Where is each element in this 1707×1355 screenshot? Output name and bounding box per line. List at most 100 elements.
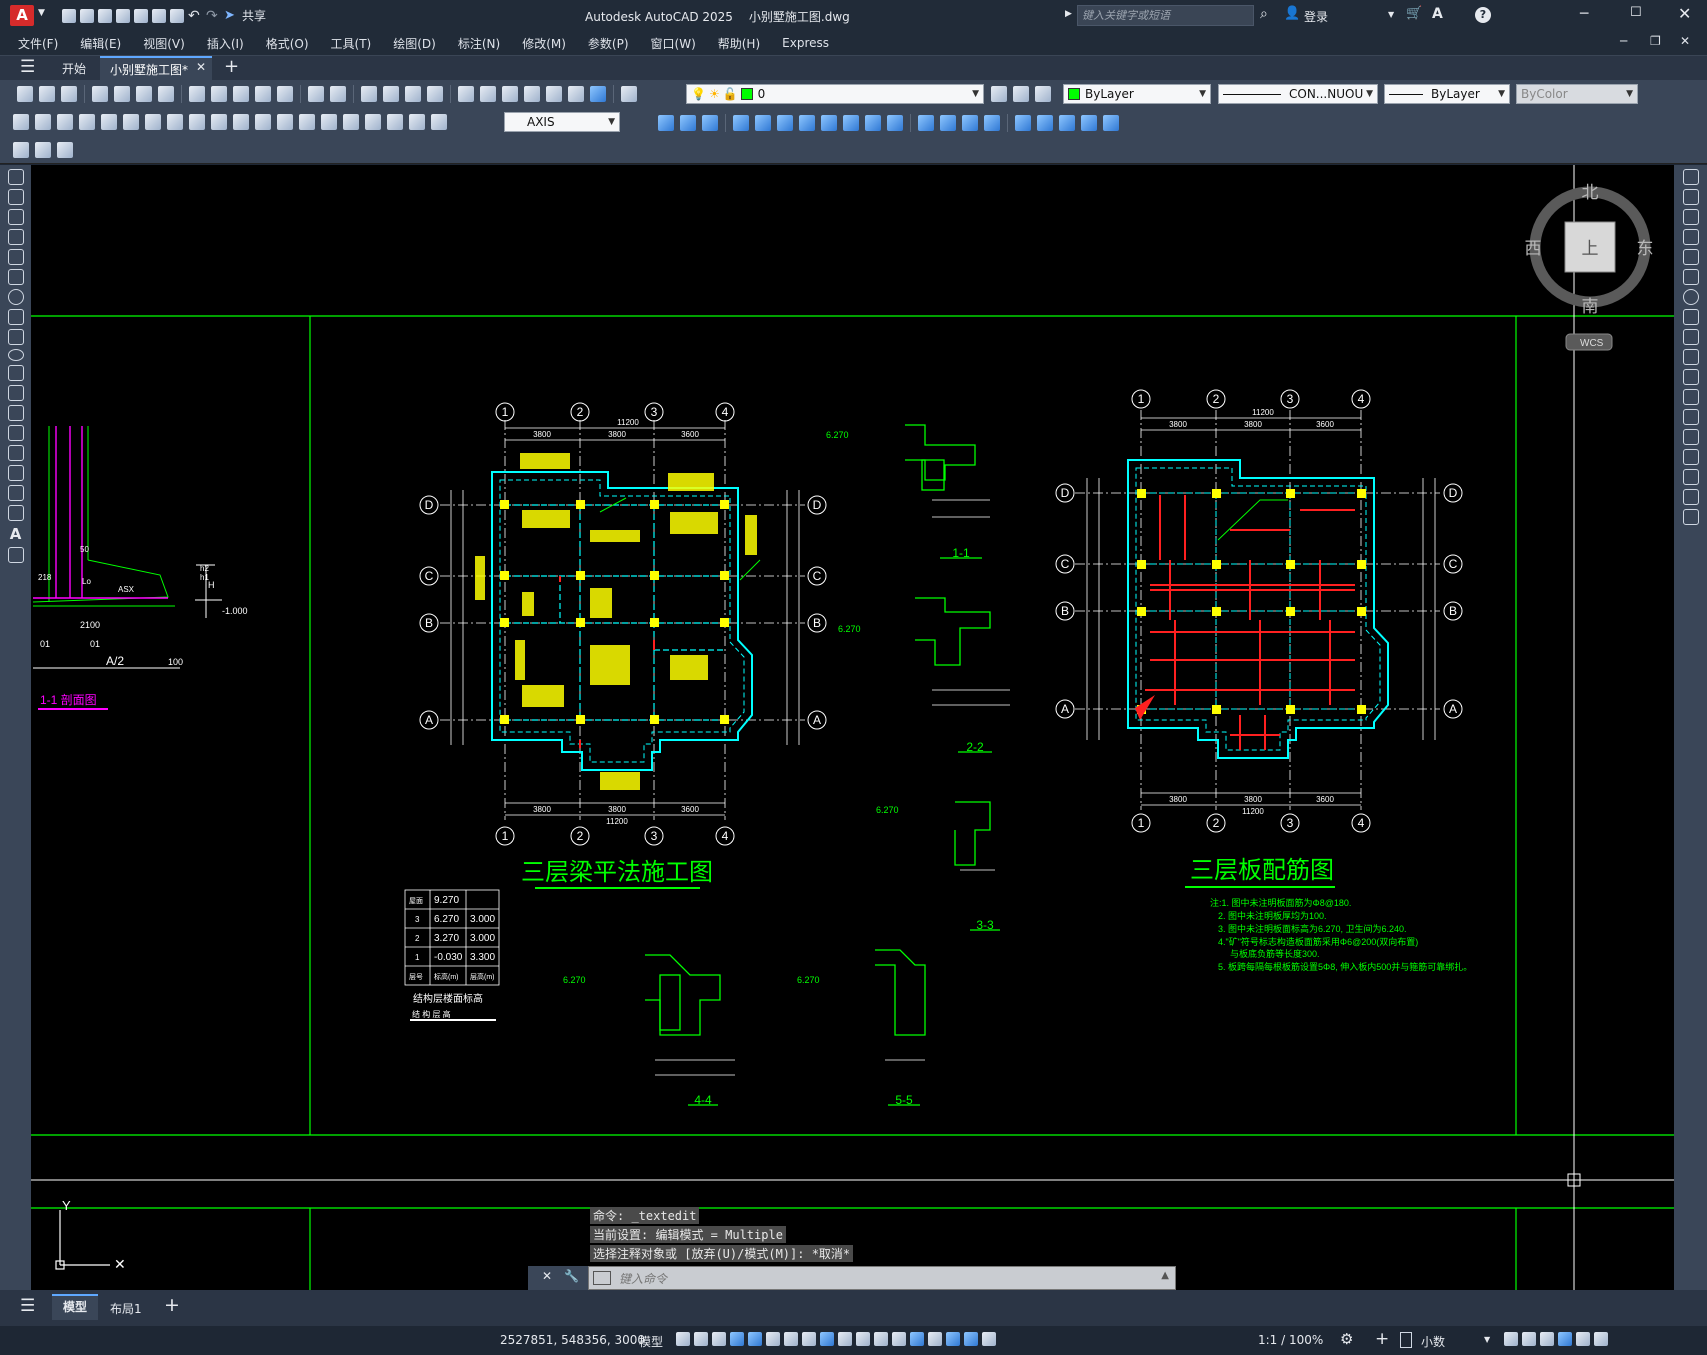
camera-icon[interactable] <box>887 115 903 131</box>
view-left-icon[interactable] <box>702 115 718 131</box>
markup-icon[interactable] <box>546 86 562 102</box>
add-layout-icon[interactable]: + <box>164 1294 180 1316</box>
match-prop-icon[interactable] <box>255 86 271 102</box>
redo-tool-icon[interactable] <box>330 86 346 102</box>
help-icon[interactable]: ? <box>1475 7 1491 23</box>
break-icon[interactable] <box>1682 409 1699 425</box>
chamfer-icon[interactable] <box>1682 449 1699 465</box>
3d-osnap-icon[interactable] <box>892 1332 906 1346</box>
selection-filter-icon[interactable] <box>928 1332 942 1346</box>
new-icon[interactable] <box>62 8 76 23</box>
image-icon[interactable] <box>35 141 51 158</box>
layout-menu-icon[interactable]: ☰ <box>20 1296 35 1316</box>
zoom-realtime-icon[interactable] <box>383 86 399 102</box>
redo-icon[interactable]: ↷ <box>206 9 220 23</box>
customization-icon[interactable] <box>1594 1332 1608 1346</box>
arc-icon[interactable] <box>7 269 24 285</box>
publish-3d-icon[interactable] <box>158 86 174 102</box>
tolerance-icon[interactable] <box>299 114 315 130</box>
color-dropdown[interactable]: ByLayer ▼ <box>1063 84 1211 104</box>
tab-close-icon[interactable]: ✕ <box>196 60 206 74</box>
spline-icon[interactable] <box>7 329 24 345</box>
viewcube-east[interactable]: 东 <box>1637 239 1654 258</box>
share-button[interactable]: 共享 <box>242 7 266 24</box>
open-icon[interactable] <box>80 8 94 23</box>
dim-text-edit-icon[interactable] <box>409 114 425 130</box>
make-block-icon[interactable] <box>7 405 24 421</box>
layer-state-icon[interactable] <box>1035 86 1051 102</box>
line-icon[interactable] <box>7 169 24 185</box>
app-menu-chevron-icon[interactable]: ▼ <box>38 8 45 18</box>
trim-icon[interactable] <box>1682 349 1699 365</box>
new-tab-icon[interactable]: + <box>224 56 239 77</box>
share-icon[interactable]: ➤ <box>224 8 238 23</box>
extend-icon[interactable] <box>1682 369 1699 385</box>
dimstyle-dropdown[interactable]: AXIS ▼ <box>504 112 620 132</box>
model-space-toggle[interactable]: 模型 <box>639 1333 663 1350</box>
tab-active-file[interactable]: 小别墅施工图* ✕ <box>100 56 212 80</box>
tool-palette-icon[interactable] <box>502 86 518 102</box>
view-back-icon[interactable] <box>777 115 793 131</box>
maximize-icon[interactable]: ☐ <box>1630 5 1642 20</box>
zoom-window-icon[interactable] <box>405 86 421 102</box>
hatch-icon[interactable] <box>7 445 24 461</box>
layer-dropdown[interactable]: 💡 ☀ 🔓 0 ▼ <box>686 84 984 104</box>
layer-walk-icon[interactable] <box>57 141 73 158</box>
offset-icon[interactable] <box>1682 229 1699 245</box>
revision-cloud-icon[interactable] <box>7 309 24 325</box>
dim-radius-icon[interactable] <box>101 114 117 130</box>
menu-parametric[interactable]: 参数(P) <box>588 35 629 52</box>
menu-window[interactable]: 窗口(W) <box>651 35 696 52</box>
ellipse-arc-icon[interactable] <box>7 365 24 381</box>
paste-icon[interactable] <box>233 86 249 102</box>
autocad-logo[interactable]: A <box>10 5 34 26</box>
add-selected-icon[interactable] <box>7 547 24 563</box>
annotation-scale[interactable]: 1:1 / 100% <box>1258 1333 1323 1347</box>
viewcube-north[interactable]: 北 <box>1582 183 1599 202</box>
qnew-icon[interactable] <box>17 86 33 102</box>
xref-icon[interactable] <box>13 141 29 158</box>
publish-icon[interactable] <box>136 86 152 102</box>
copy-icon[interactable] <box>211 86 227 102</box>
menu-view[interactable]: 视图(V) <box>143 35 185 52</box>
stretch-icon[interactable] <box>1682 329 1699 345</box>
polar-icon[interactable] <box>766 1332 780 1346</box>
auto-scale-icon[interactable] <box>982 1332 996 1346</box>
menu-help[interactable]: 帮助(H) <box>718 35 760 52</box>
insert-block-icon[interactable] <box>7 385 24 401</box>
workspace-gear-icon[interactable]: ⚙ <box>1340 1330 1353 1348</box>
login-button[interactable]: 登录 <box>1304 8 1328 25</box>
iso-ne-icon[interactable] <box>843 115 859 131</box>
shade-icon[interactable] <box>940 115 956 131</box>
circle-icon[interactable] <box>7 289 24 305</box>
doc-minimize-icon[interactable]: ─ <box>1620 34 1627 48</box>
command-input[interactable]: 键入命令 ▲ <box>588 1266 1176 1290</box>
command-line-handle[interactable]: ✕ 🔧 <box>528 1266 588 1290</box>
ucs-face-icon[interactable] <box>1081 115 1097 131</box>
login-dropdown-icon[interactable]: ▼ <box>1388 10 1394 19</box>
hamburger-icon[interactable]: ☰ <box>20 57 35 77</box>
gizmo-icon[interactable] <box>946 1332 960 1346</box>
layer-properties-icon[interactable] <box>621 86 637 102</box>
coordinates-readout[interactable]: 2527851, 548356, 3000 <box>500 1333 645 1347</box>
quick-dim-icon[interactable] <box>189 114 205 130</box>
scale-icon[interactable] <box>1682 309 1699 325</box>
linetype-dropdown[interactable]: CON...NUOU ▼ <box>1218 84 1378 104</box>
jogged-linear-icon[interactable] <box>365 114 381 130</box>
undo-tool-icon[interactable] <box>308 86 324 102</box>
conceptual-icon[interactable] <box>984 115 1000 131</box>
polygon-icon[interactable] <box>7 229 24 245</box>
mirror-icon[interactable] <box>1682 209 1699 225</box>
dynamic-input-icon[interactable] <box>730 1332 744 1346</box>
cart-icon[interactable]: 🛒 <box>1406 6 1422 21</box>
tab-layout1[interactable]: 布局1 <box>110 1300 142 1317</box>
close-icon[interactable]: ✕ <box>1678 4 1691 23</box>
minimize-icon[interactable]: ─ <box>1580 6 1588 22</box>
lineweight-dropdown[interactable]: ByLayer ▼ <box>1384 84 1510 104</box>
blend-icon[interactable] <box>1682 489 1699 505</box>
lineweight-icon[interactable] <box>838 1332 852 1346</box>
transparency-icon[interactable] <box>856 1332 870 1346</box>
clean-screen-icon[interactable] <box>1576 1332 1590 1346</box>
doc-restore-icon[interactable]: ❐ <box>1650 34 1661 48</box>
hardware-acceleration-icon[interactable] <box>1558 1332 1572 1346</box>
